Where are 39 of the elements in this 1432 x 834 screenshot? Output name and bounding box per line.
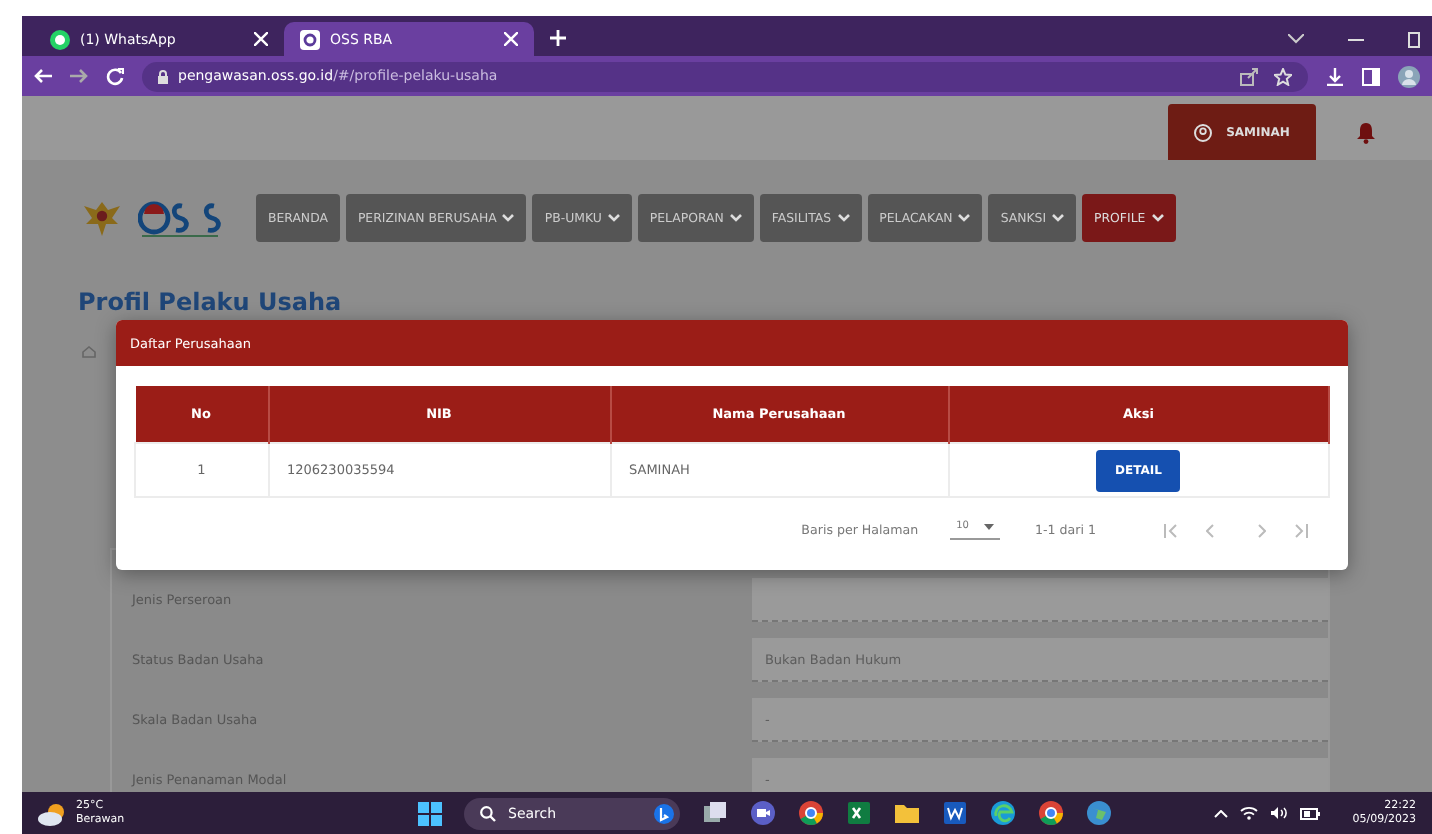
folder-icon[interactable]: [894, 800, 920, 826]
user-circle-icon: [1194, 123, 1213, 141]
back-arrow-icon[interactable]: [34, 68, 52, 84]
word-document-icon[interactable]: [942, 800, 968, 826]
reload-icon[interactable]: [106, 67, 124, 85]
plus-icon[interactable]: [550, 30, 566, 46]
eagle-emblem-icon: [82, 198, 122, 238]
avatar-icon[interactable]: [1398, 65, 1420, 87]
window-stack-icon[interactable]: [702, 800, 728, 826]
target-icon: [300, 29, 320, 49]
globe-icon[interactable]: [1086, 800, 1112, 826]
video-call-icon[interactable]: [750, 800, 776, 826]
edge-icon[interactable]: [990, 800, 1016, 826]
speaker-icon[interactable]: [1270, 806, 1289, 820]
star-icon[interactable]: [1274, 67, 1292, 85]
windows-start-icon[interactable]: [418, 801, 442, 825]
lock-icon: [158, 69, 168, 83]
spreadsheet-icon[interactable]: [846, 800, 872, 826]
chevron-down-icon[interactable]: [1288, 34, 1304, 44]
chrome-icon[interactable]: [1038, 800, 1064, 826]
minimize-icon[interactable]: [1348, 37, 1364, 41]
wifi-icon[interactable]: [1240, 806, 1259, 820]
forward-arrow-icon[interactable]: [70, 68, 88, 84]
chat-icon: [50, 29, 70, 49]
dropdown-caret-icon: [983, 523, 993, 529]
chrome-icon[interactable]: [798, 800, 824, 826]
share-icon[interactable]: [1240, 67, 1258, 85]
battery-icon[interactable]: [1300, 807, 1321, 819]
download-icon[interactable]: [1326, 67, 1344, 85]
close-icon[interactable]: [254, 32, 268, 46]
chevron-up-icon[interactable]: [1214, 809, 1229, 817]
bing-badge-icon: [654, 803, 674, 823]
cloud-sun-icon[interactable]: [38, 801, 66, 825]
search-icon: [480, 805, 496, 821]
close-icon[interactable]: [504, 32, 518, 46]
side-panel-icon[interactable]: [1362, 67, 1380, 85]
page-title: Profil Pelaku Usaha: [78, 288, 344, 316]
bell-icon[interactable]: [1356, 121, 1376, 143]
restore-icon[interactable]: [1408, 31, 1420, 47]
